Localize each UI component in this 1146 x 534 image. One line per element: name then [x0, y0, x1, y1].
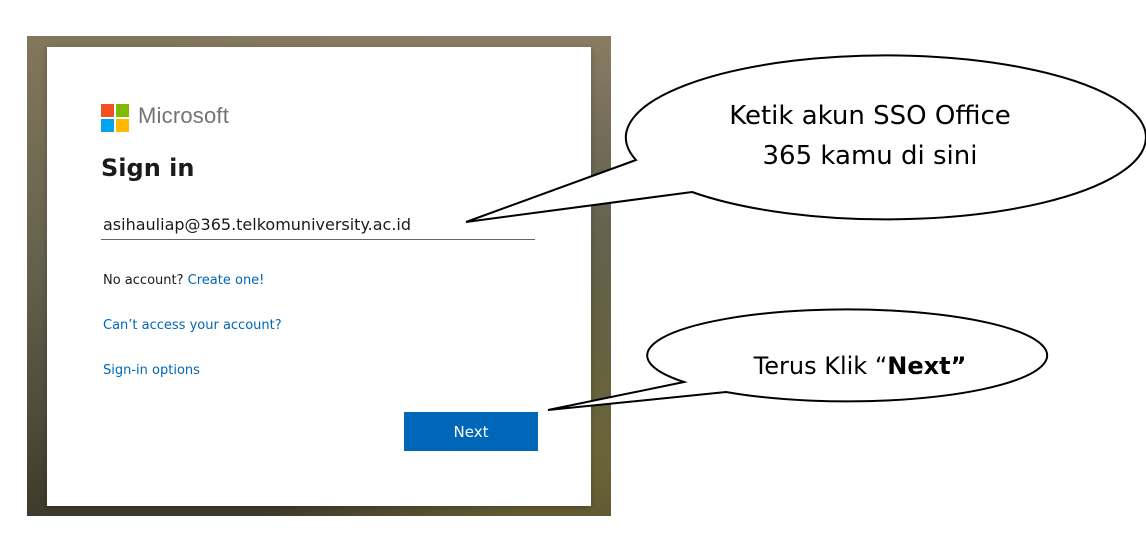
callout-bubbles [465, 54, 1146, 411]
callout-next-prefix: Terus Klik “ [753, 352, 888, 380]
callout-next-bold: Next” [887, 352, 967, 380]
callout-email-text: Ketik akun SSO Office 365 kamu di sini [680, 96, 1060, 176]
callout-email-line1: Ketik akun SSO Office [729, 101, 1011, 131]
callout-email-line2: 365 kamu di sini [762, 141, 978, 171]
callout-next-text: Terus Klik “Next” [700, 349, 1020, 383]
